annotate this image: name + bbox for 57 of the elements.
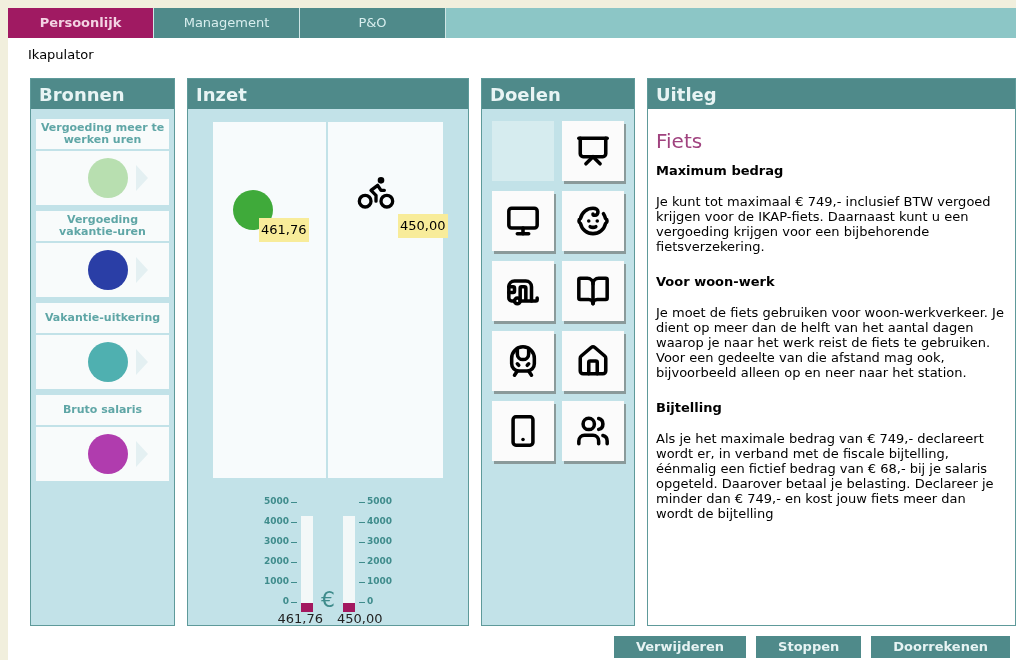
page-title: Ikapulator (28, 47, 94, 62)
source-label: Vergoeding meer te werken uren (36, 119, 169, 149)
baby-icon (576, 204, 610, 238)
source-tile[interactable] (36, 335, 169, 389)
source-tile[interactable] (36, 427, 169, 481)
section-title: Maximum bedrag (656, 163, 785, 178)
gauge-reading: 450,00 (337, 612, 383, 626)
goal-button[interactable] (562, 121, 624, 181)
action-button[interactable]: Verwijderen (613, 636, 747, 658)
panel-header: Bronnen (31, 79, 174, 109)
section-title: Bijtelling (656, 400, 723, 415)
scale-label: 4000 (367, 515, 393, 529)
panel-header: Inzet (188, 79, 468, 109)
presentation-icon (576, 134, 610, 168)
scale-label: 5000 (367, 495, 393, 509)
section-text: Je moet de fiets gebruiken voor woon-werkverkeer. Je dient op meer dan de helft van het aantal dagen waarop je naar het werk reist de fiets te gebruiken. Voor een gedeelte van die afstand mag ook, bijvoorbeeld alleen op en neer naar het station. (656, 305, 1005, 380)
goal-button[interactable] (562, 401, 624, 461)
house-icon (576, 344, 610, 378)
tab[interactable]: Persoonlijk (8, 8, 154, 38)
scale-label: 3000 (263, 535, 289, 549)
source-label: Vakantie-uitkering (36, 303, 169, 333)
computer-icon (506, 204, 540, 238)
scale-label: 2000 (263, 555, 289, 569)
action-button[interactable]: Doorrekenen (871, 636, 1010, 658)
scale-label: 5000 (263, 495, 289, 509)
gauge-reading: 461,76 (277, 612, 323, 626)
scale-label: 3000 (367, 535, 393, 549)
goal-button[interactable] (562, 191, 624, 251)
section-text: Je kunt tot maximaal € 749,- inclusief BTW vergoed krijgen voor de IKAP-fiets. Daarnaast kunt u een vergoeding krijgen voor een bijbehorende fietsverzekering. (656, 194, 992, 254)
goal-button[interactable] (562, 261, 624, 321)
scale-label: 1000 (263, 575, 289, 589)
scale-label: 0 (367, 595, 374, 609)
tab[interactable]: P&O (300, 8, 446, 38)
people-icon (576, 414, 610, 448)
action-button[interactable]: Stoppen (756, 636, 862, 658)
section-title: Voor woon-werk (656, 274, 776, 289)
scale-label: 4000 (263, 515, 289, 529)
source-tile[interactable] (36, 151, 169, 205)
source-tile[interactable] (36, 243, 169, 297)
goal-button[interactable] (492, 401, 554, 461)
goal-button[interactable] (492, 191, 554, 251)
tab[interactable]: Management (154, 8, 300, 38)
currency-sign: € (320, 588, 336, 612)
section-text: Als je het maximale bedrag van € 749,- declareert wordt er, in verband met de fiscale bijtelling, éénmalig een fictief bedrag van € 68,- bij je salaris opgeteld. Daarover betaal je belasting. Declareer je minder dan € 749,- en kost jouw fiets meer dan wordt de bijtelling (656, 431, 995, 521)
goal-button[interactable] (492, 261, 554, 321)
amount-tag: 450,00 (398, 214, 448, 238)
scale-label: 1000 (367, 575, 393, 589)
amount-tag: 461,76 (259, 218, 309, 242)
panel-header: Doelen (482, 79, 634, 109)
goal-button[interactable] (562, 331, 624, 391)
scale-label: 2000 (367, 555, 393, 569)
scale-label: 0 (282, 595, 289, 609)
goal-button[interactable] (492, 331, 554, 391)
topic-heading: Fiets (656, 129, 704, 153)
source-label: Bruto salaris (36, 395, 169, 425)
source-label: Vergoeding vakantie-uren (36, 211, 169, 241)
panel-header: Uitleg (648, 79, 1015, 109)
